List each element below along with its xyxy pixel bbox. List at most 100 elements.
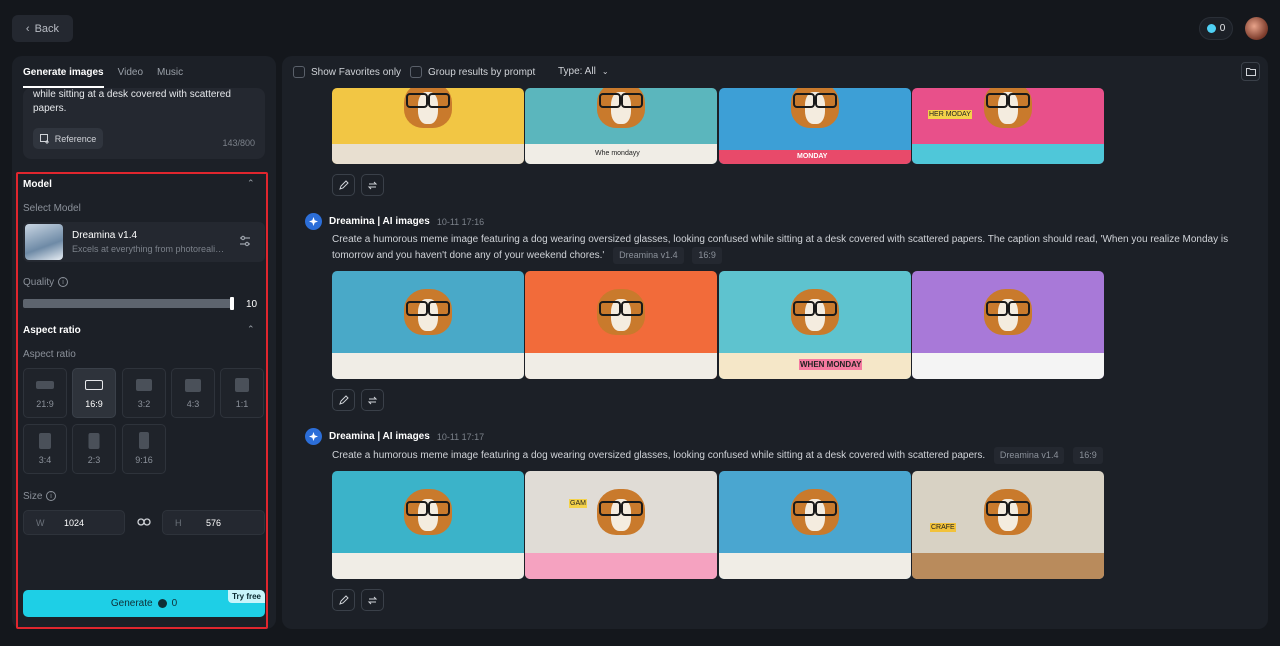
prompt-text: Create a humorous meme image featuring a… — [332, 450, 986, 461]
ratio-option[interactable]: 9:16 — [122, 424, 166, 474]
prompt-input[interactable]: while sitting at a desk covered with sca… — [23, 88, 265, 159]
generated-image[interactable] — [332, 271, 524, 379]
credits-count: 0 — [1219, 23, 1226, 34]
ratio-option[interactable]: 1:1 — [220, 368, 264, 418]
link-icon[interactable] — [137, 516, 151, 528]
edit-button[interactable] — [332, 389, 355, 411]
ratio-shape — [139, 432, 149, 449]
reference-button[interactable]: Reference — [33, 128, 103, 149]
pencil-icon — [339, 179, 349, 190]
char-count: 143/800 — [222, 138, 255, 148]
ratio-label: 21:9 — [36, 399, 54, 409]
repeat-icon — [367, 181, 378, 189]
model-selector[interactable]: Dreamina v1.4 Excels at everything from … — [23, 222, 265, 262]
regenerate-button[interactable] — [361, 389, 384, 411]
dreamina-logo-icon — [305, 213, 322, 230]
generation-header: Dreamina | AI images 10-11 17:16 — [305, 213, 484, 230]
model-section-title: Model — [23, 179, 52, 190]
group-label: Group results by prompt — [428, 66, 536, 78]
generated-image[interactable]: Whe mondayy — [525, 88, 717, 164]
ratio-option[interactable]: 3:2 — [122, 368, 166, 418]
generated-image[interactable]: GAM — [525, 471, 717, 579]
quality-slider[interactable] — [23, 299, 234, 308]
generated-image[interactable] — [719, 471, 911, 579]
ratio-label: 2:3 — [87, 455, 101, 465]
ratio-shape — [88, 433, 100, 449]
ratio-tag: 16:9 — [692, 247, 722, 264]
back-button[interactable]: ‹ Back — [12, 15, 73, 42]
avatar[interactable] — [1245, 17, 1268, 40]
tab-generate-images[interactable]: Generate images — [23, 67, 104, 88]
generation-time: 10-11 17:17 — [436, 431, 485, 442]
generated-image[interactable] — [332, 471, 524, 579]
reference-label: Reference — [54, 133, 97, 144]
mode-tabs: Generate images Video Music — [12, 56, 276, 88]
generate-cost: 0 — [171, 598, 178, 609]
tab-video[interactable]: Video — [118, 67, 143, 78]
favorites-filter[interactable]: Show Favorites only — [293, 66, 401, 78]
model-thumbnail — [25, 224, 63, 260]
ratio-shape — [36, 381, 54, 389]
favorites-checkbox[interactable] — [293, 66, 305, 78]
image-caption: WHEN MONDAY — [799, 359, 863, 370]
width-value: 1024 — [63, 518, 85, 528]
quality-slider-handle[interactable] — [230, 297, 234, 310]
height-field[interactable]: H 576 — [162, 510, 265, 535]
sliders-icon[interactable] — [238, 234, 252, 248]
ratio-option[interactable]: 21:9 — [23, 368, 67, 418]
ratio-shape — [39, 433, 51, 449]
pencil-icon — [339, 394, 349, 405]
model-tag: Dreamina v1.4 — [613, 247, 684, 264]
tab-music[interactable]: Music — [157, 67, 183, 78]
ratio-option[interactable]: 2:3 — [72, 424, 116, 474]
group-checkbox[interactable] — [410, 66, 422, 78]
generated-image[interactable] — [525, 271, 717, 379]
model-description: Excels at everything from photorealism t… — [72, 244, 228, 254]
generate-label: Generate — [110, 598, 153, 609]
chevron-down-icon: ⌄ — [601, 67, 609, 76]
repeat-icon — [367, 396, 378, 404]
generated-image[interactable]: CRAFE — [912, 471, 1104, 579]
generate-button[interactable]: Generate 0 Try free — [23, 590, 265, 617]
edit-button[interactable] — [332, 174, 355, 196]
generated-image[interactable] — [332, 88, 524, 164]
try-free-badge: Try free — [228, 590, 265, 603]
quality-label: Quality — [23, 277, 55, 288]
edit-button[interactable] — [332, 589, 355, 611]
ratio-label: 9:16 — [135, 455, 153, 465]
folder-icon — [1245, 68, 1256, 76]
dreamina-logo-icon — [305, 428, 322, 445]
regenerate-button[interactable] — [361, 589, 384, 611]
info-icon[interactable]: i — [58, 277, 68, 287]
regenerate-button[interactable] — [361, 174, 384, 196]
image-add-icon — [39, 133, 49, 144]
generation-prompt: Create a humorous meme image featuring a… — [332, 232, 1232, 264]
generated-image[interactable] — [912, 271, 1104, 379]
info-icon[interactable]: i — [46, 491, 56, 501]
quality-value: 10 — [246, 299, 258, 310]
chevron-up-icon[interactable]: ⌃ — [247, 178, 255, 189]
ratio-label: 3:2 — [137, 399, 151, 409]
model-tag: Dreamina v1.4 — [993, 447, 1065, 464]
generation-source: Dreamina | AI images — [329, 216, 430, 227]
ratio-option[interactable]: 4:3 — [171, 368, 215, 418]
folder-button[interactable] — [1241, 62, 1260, 81]
repeat-icon — [367, 596, 378, 604]
generated-image[interactable]: HER MODAY — [912, 88, 1104, 164]
image-caption: CRAFE — [930, 523, 956, 532]
group-filter[interactable]: Group results by prompt — [410, 66, 535, 78]
credits-badge[interactable]: 0 — [1199, 17, 1233, 40]
ratio-option[interactable]: 3:4 — [23, 424, 67, 474]
ratio-label: 3:4 — [38, 455, 52, 465]
generation-time: 10-11 17:16 — [436, 216, 485, 227]
width-field[interactable]: W 1024 — [23, 510, 125, 535]
size-label: Size — [23, 491, 43, 502]
credit-coin-icon — [157, 599, 167, 608]
generated-image[interactable]: MONDAY — [719, 88, 911, 164]
image-caption: Whe mondayy — [595, 150, 640, 157]
ratio-option-selected[interactable]: 16:9 — [72, 368, 116, 418]
chevron-left-icon: ‹ — [25, 22, 30, 35]
type-dropdown[interactable]: Type: All ⌄ — [558, 66, 609, 77]
chevron-up-icon[interactable]: ⌃ — [247, 324, 255, 335]
generated-image[interactable]: WHEN MONDAY — [719, 271, 911, 379]
